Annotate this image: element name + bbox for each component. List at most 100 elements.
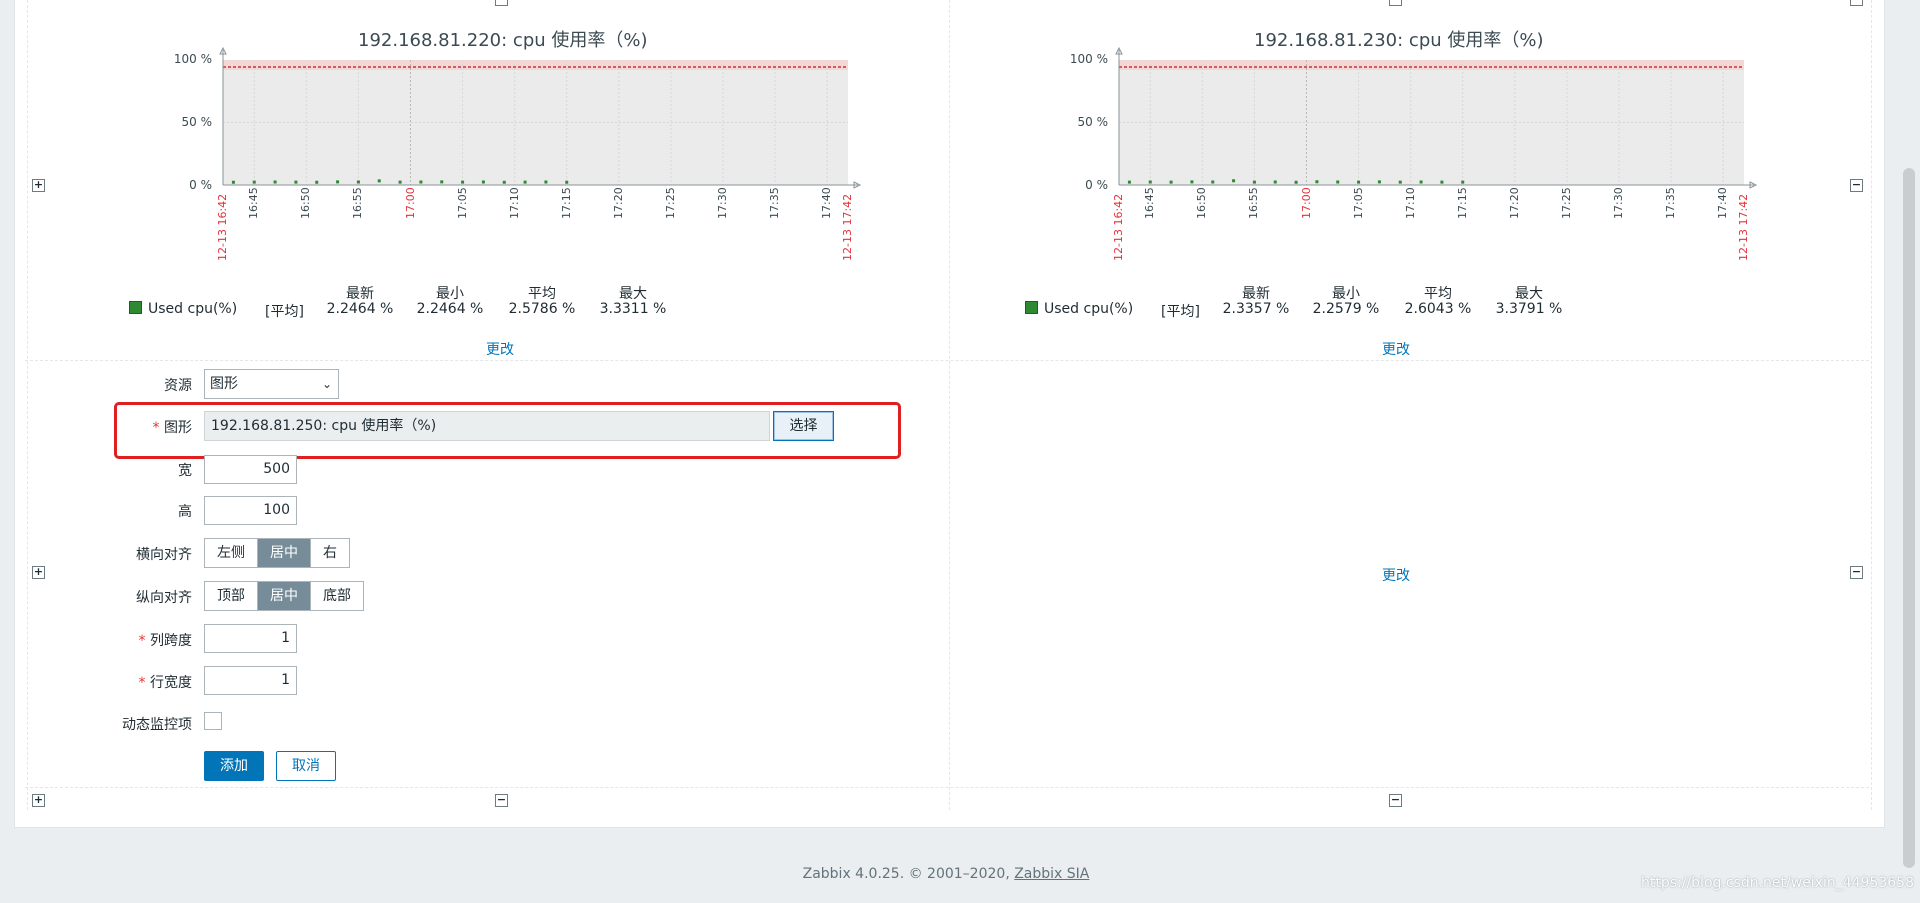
data-point [1190,180,1194,184]
y-tick-label: 50 % [181,115,213,129]
legend-header-max: 最大 [1515,286,1543,302]
add-button[interactable]: 添加 [204,751,264,781]
valign-label: 纵向对齐 [136,590,192,606]
dynamic-item-checkbox[interactable] [204,712,222,730]
column-add-icon[interactable] [1850,0,1863,6]
row-remove-icon[interactable]: − [1850,179,1863,192]
x-tick-label: 17:10 [1403,187,1417,219]
scrollbar-thumb[interactable] [1903,168,1915,868]
legend-value-last: 2.2464 % [326,301,394,317]
halign-left-option[interactable]: 左侧 [205,539,258,567]
legend-value-max: 3.3311 % [599,301,667,317]
edit-widget-link[interactable]: 更改 [1382,565,1410,585]
x-tick-label: 17:15 [1455,187,1469,219]
select-graph-button[interactable]: 选择 [773,411,834,441]
data-point [481,180,485,184]
x-tick-label: 12-13 16:42 [216,193,229,261]
halign-right-option[interactable]: 右 [311,539,349,567]
x-tick-label: 17:35 [1664,187,1678,219]
data-point [252,180,256,184]
edit-widget-link[interactable]: 更改 [1382,339,1410,359]
y-tick-label: 100 % [1069,52,1108,66]
dynamic-item-label: 动态监控项 [122,717,192,733]
valign-bottom-option[interactable]: 底部 [311,582,363,610]
data-point [1211,180,1215,184]
data-point [1148,180,1152,184]
row-divider [25,787,1869,788]
data-point [440,180,444,184]
data-point [502,180,506,184]
cancel-button[interactable]: 取消 [276,751,336,781]
legend-item: Used cpu(%) [129,301,237,317]
width-input[interactable]: 500 [204,455,297,484]
x-tick-label: 16:50 [299,187,313,219]
x-tick-label: 12-13 16:42 [1112,193,1125,261]
legend-function: [平均] [265,304,304,320]
height-input[interactable]: 100 [204,496,297,525]
row-add-icon[interactable]: + [32,794,45,807]
footer: Zabbix 4.0.25. © 2001–2020, Zabbix SIA [0,866,1892,882]
legend-value-min: 2.2579 % [1312,301,1380,317]
legend-value-avg: 2.6043 % [1404,301,1472,317]
x-tick-label: 17:00 [1299,187,1313,219]
data-point [1398,180,1402,184]
data-point [1315,180,1319,184]
chevron-down-icon: ⌄ [321,377,332,391]
resource-label: 资源 [164,378,192,394]
data-point [1336,180,1340,184]
data-point [544,180,548,184]
legend-label: Used cpu(%) [148,301,238,317]
threshold-band [1119,60,1744,70]
column-remove-icon[interactable]: − [1389,794,1402,807]
width-label: 宽 [178,463,192,479]
row-add-icon[interactable]: + [32,566,45,579]
valign-middle-option[interactable]: 居中 [258,582,311,610]
row-remove-icon[interactable]: − [1850,566,1863,579]
data-point [1440,180,1444,184]
x-tick-label: 17:25 [663,187,677,219]
data-point [1377,180,1381,184]
x-tick-label: 17:35 [768,187,782,219]
halign-label: 横向对齐 [136,547,192,563]
valign-top-option[interactable]: 顶部 [205,582,258,610]
legend-value-last: 2.3357 % [1222,301,1290,317]
data-point [1169,180,1173,184]
graph-chart [1115,46,1758,189]
x-tick-label: 17:25 [1559,187,1573,219]
vertical-scrollbar[interactable] [1898,0,1920,903]
legend-swatch [129,301,142,314]
column-remove-icon[interactable]: − [495,794,508,807]
legend-item: Used cpu(%) [1025,301,1133,317]
halign-center-option[interactable]: 居中 [258,539,311,567]
legend-value-max: 3.3791 % [1495,301,1563,317]
rowspan-input[interactable]: 1 [204,666,297,695]
edit-widget-link[interactable]: 更改 [486,339,514,359]
x-tick-label: 16:50 [1195,187,1209,219]
data-point [1273,180,1277,184]
x-tick-label: 17:20 [611,187,625,219]
x-tick-label: 12-13 17:42 [841,193,854,261]
legend-header-last: 最新 [1242,286,1270,302]
y-tick-label: 50 % [1077,115,1109,129]
legend-swatch [1025,301,1038,314]
colspan-label: * 列跨度 [138,633,192,649]
data-point [294,180,298,184]
x-tick-label: 16:55 [1247,187,1261,219]
legend-label: Used cpu(%) [1044,301,1134,317]
x-tick-label: 17:40 [1716,187,1730,219]
zabbix-sia-link[interactable]: Zabbix SIA [1014,866,1089,882]
colspan-input[interactable]: 1 [204,624,297,653]
legend-value-avg: 2.5786 % [508,301,576,317]
legend-header-avg: 平均 [1424,286,1452,302]
x-tick-label: 17:05 [455,187,469,219]
threshold-band [223,60,848,70]
data-point [231,180,235,184]
x-tick-label: 16:45 [247,187,261,219]
data-point [1252,180,1256,184]
y-tick-label: 0 % [1085,178,1108,192]
resource-select[interactable]: 图形 ⌄ [204,369,339,399]
data-point [1357,180,1361,184]
x-tick-label: 17:10 [507,187,521,219]
graph-input[interactable]: 192.168.81.250: cpu 使用率（%) [204,411,770,441]
x-tick-label: 17:30 [1612,187,1625,219]
